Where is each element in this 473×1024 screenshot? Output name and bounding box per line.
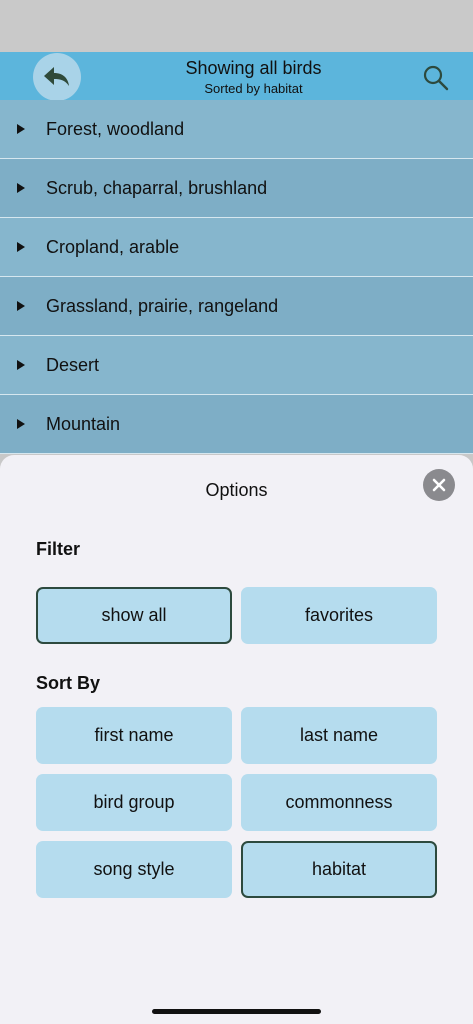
list-item-label: Scrub, chaparral, brushland: [46, 177, 268, 198]
page-title: Showing all birds: [185, 58, 322, 78]
list-item[interactable]: Grassland, prairie, rangeland: [0, 277, 473, 336]
sort-habitat-button[interactable]: habitat: [241, 841, 437, 898]
disclosure-triangle-icon: [17, 419, 25, 429]
list-item-label: Desert: [46, 354, 100, 375]
list-item-label: Grassland, prairie, rangeland: [46, 295, 279, 316]
list-item[interactable]: Forest, woodland: [0, 100, 473, 159]
disclosure-triangle-icon: [17, 242, 25, 252]
list-item[interactable]: Cropland, arable: [0, 218, 473, 277]
sort-commonness-button[interactable]: commonness: [241, 774, 437, 831]
filter-label: Filter: [36, 539, 81, 559]
list-item[interactable]: Scrub, chaparral, brushland: [0, 159, 473, 218]
search-button[interactable]: [422, 64, 450, 92]
disclosure-triangle-icon: [17, 360, 25, 370]
sort-last-name-button[interactable]: last name: [241, 707, 437, 764]
close-button[interactable]: [423, 469, 455, 501]
search-icon: [423, 65, 449, 91]
disclosure-triangle-icon: [17, 124, 25, 134]
disclosure-triangle-icon: [17, 301, 25, 311]
sort-song-style-button[interactable]: song style: [36, 841, 232, 898]
list-item[interactable]: Mountain: [0, 395, 473, 454]
list-item[interactable]: Desert: [0, 336, 473, 395]
close-icon: [432, 478, 446, 492]
options-title: Options: [205, 480, 268, 500]
filter-show-all-button[interactable]: show all: [36, 587, 232, 644]
list-item-label: Mountain: [46, 413, 121, 434]
filter-favorites-button[interactable]: favorites: [241, 587, 437, 644]
page-subtitle: Sorted by habitat: [204, 81, 303, 96]
sort-first-name-button[interactable]: first name: [36, 707, 232, 764]
sort-by-label: Sort By: [36, 673, 101, 693]
disclosure-triangle-icon: [17, 183, 25, 193]
habitat-list: Forest, woodland Scrub, chaparral, brush…: [0, 100, 473, 454]
list-item-label: Forest, woodland: [46, 118, 185, 139]
sort-bird-group-button[interactable]: bird group: [36, 774, 232, 831]
home-indicator[interactable]: [152, 1009, 321, 1014]
list-item-label: Cropland, arable: [46, 236, 180, 257]
status-bar: [0, 0, 473, 52]
